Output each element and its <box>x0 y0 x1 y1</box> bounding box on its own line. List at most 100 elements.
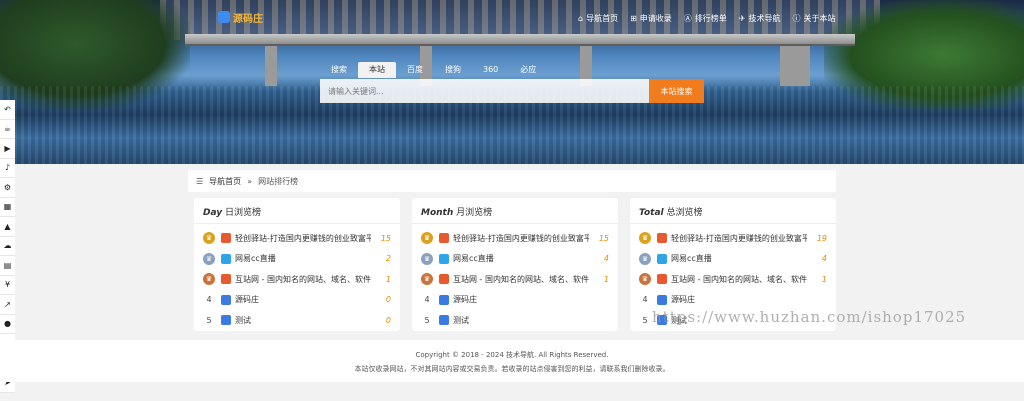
compass-icon: ✈ <box>738 14 746 23</box>
ranking-row[interactable]: 4 源码庄 <box>639 293 827 307</box>
footer-notice: 本站仅收录网站，不对其网站内容或交易负责。若收录的站点侵害到您的利益，请联系我们… <box>354 365 670 373</box>
view-count: 4 <box>821 254 827 263</box>
site-favicon-icon <box>657 274 667 284</box>
topnav-item[interactable]: ⌂ 导航首页 <box>578 13 618 24</box>
ranking-title-text: 月浏览榜 <box>456 208 493 218</box>
chart-line-icon[interactable]: ↗ <box>0 295 15 315</box>
topnav-item[interactable]: Ⓐ 排行榜单 <box>684 13 727 24</box>
site-name: 网易cc直播 <box>235 254 276 263</box>
view-count: 15 <box>598 233 609 243</box>
medal-icon: ♛ <box>203 232 215 244</box>
footer-copyright: Copyright © 2018 - 2024 技术导航. All Rights… <box>415 351 609 359</box>
site-favicon-icon <box>657 233 667 243</box>
topnav-label: 导航首页 <box>586 14 619 23</box>
topnav-item[interactable]: ✈ 技术导航 <box>739 13 781 24</box>
watermark-text: https://www.huzhan.com/ishop17025 <box>652 308 967 326</box>
ranking-row[interactable]: ♛ 互站网 - 国内知名的网站、域名、软件、... 1 <box>639 272 827 286</box>
topnav-label: 申请收录 <box>639 14 672 23</box>
record-icon[interactable]: ● <box>0 314 15 334</box>
ranking-row[interactable]: 5 测试 0 <box>203 313 391 327</box>
ranking-row[interactable]: ♛ 网易cc直播 2 <box>203 252 391 266</box>
view-count: 19 <box>816 233 827 243</box>
medal-icon: ♛ <box>203 273 215 285</box>
site-favicon-icon <box>439 315 449 325</box>
rank-number: 5 <box>424 315 430 325</box>
video-icon[interactable]: ▶ <box>0 139 15 159</box>
view-count: 1 <box>821 274 827 284</box>
site-name: 轻创驿站-打造国内更赚钱的创业致富平... <box>453 233 589 243</box>
cubes-icon[interactable]: ⚙ <box>0 178 15 198</box>
music-icon[interactable]: ♪ <box>0 158 15 178</box>
yen-icon[interactable]: ¥ <box>0 275 15 295</box>
ranking-period: Month <box>421 208 454 218</box>
ranking-period: Day <box>203 208 223 218</box>
plus-square-icon: ⊞ <box>630 14 637 23</box>
site-favicon-icon <box>439 233 449 243</box>
search-bar: 本站搜索 <box>320 79 704 103</box>
site-name: 互站网 - 国内知名的网站、域名、软件、... <box>671 274 807 284</box>
search-tab[interactable]: 360 <box>472 62 509 78</box>
ranking-row[interactable]: ♛ 轻创驿站-打造国内更赚钱的创业致富平... 15 <box>421 231 609 245</box>
rank-number: 4 <box>424 295 430 304</box>
topnav-label: 关于本站 <box>803 14 836 23</box>
search-button[interactable]: 本站搜索 <box>649 79 704 103</box>
site-name: 互站网 - 国内知名的网站、域名、软件、... <box>453 274 589 284</box>
bridge <box>185 34 855 46</box>
medal-icon: ♛ <box>421 252 433 265</box>
ranking-row[interactable]: ♛ 轻创驿站-打造国内更赚钱的创业致富平... 19 <box>639 231 827 245</box>
view-count: 15 <box>380 233 391 243</box>
bridge-pillar <box>265 46 277 86</box>
ranking-card-title: Day 日浏览榜 <box>203 205 261 218</box>
ranking-row[interactable]: ♛ 互站网 - 国内知名的网站、域名、软件、... 1 <box>421 272 609 286</box>
ranking-row[interactable]: 4 源码庄 <box>421 293 609 307</box>
ranking-card-title: Total 总浏览榜 <box>639 205 703 218</box>
ranking-row[interactable]: ♛ 网易cc直播 4 <box>639 252 827 266</box>
undo-icon[interactable]: ↶ <box>0 100 15 120</box>
search-tab[interactable]: 本站 <box>358 62 396 78</box>
ranking-row[interactable]: ♛ 网易cc直播 4 <box>421 252 609 266</box>
ranking-row[interactable]: ♛ 轻创驿站-打造国内更赚钱的创业致富平... 15 <box>203 231 391 245</box>
view-count: 1 <box>385 274 391 284</box>
footer: Copyright © 2018 - 2024 技术导航. All Rights… <box>0 340 1024 382</box>
site-name: 轻创驿站-打造国内更赚钱的创业致富平... <box>671 233 807 243</box>
ranking-row[interactable]: 4 源码庄 0 <box>203 293 391 307</box>
ranking-row[interactable]: 5 测试 <box>421 313 609 327</box>
site-name: 轻创驿站-打造国内更赚钱的创业致富平... <box>235 233 371 243</box>
topnav-label: 排行榜单 <box>694 14 727 23</box>
ranking-period: Total <box>639 208 664 218</box>
view-count: 0 <box>385 315 391 325</box>
view-count: 0 <box>385 295 391 304</box>
topnav-label: 技术导航 <box>748 14 781 23</box>
ranking-card-title: Month 月浏览榜 <box>421 205 492 218</box>
medal-icon: ♛ <box>639 252 651 265</box>
top-nav: ⌂ 导航首页 ⊞ 申请收录 Ⓐ 排行榜单 ✈ 技术导航 ⓘ 关于本站 <box>578 13 835 24</box>
logo-text: 源码庄 <box>233 13 263 25</box>
site-favicon-icon <box>439 274 449 284</box>
site-favicon-icon <box>657 253 667 264</box>
search-input[interactable] <box>320 79 649 103</box>
file-icon[interactable]: ▤ <box>0 256 15 276</box>
ranking-row[interactable]: ♛ 互站网 - 国内知名的网站、域名、软件、... 1 <box>203 272 391 286</box>
site-favicon-icon <box>221 233 231 243</box>
home-icon: ⌂ <box>578 14 584 23</box>
site-name: 测试 <box>453 315 469 325</box>
coffee-icon[interactable]: ☕ <box>0 119 15 139</box>
site-favicon-icon <box>439 294 449 305</box>
breadcrumb-separator: » <box>247 176 253 186</box>
medal-icon: ♛ <box>639 273 651 285</box>
divider <box>630 223 836 224</box>
graduation-cap-icon[interactable]: ▲ <box>0 217 15 237</box>
topnav-item[interactable]: ⓘ 关于本站 <box>792 13 835 24</box>
logo-mark-icon <box>218 11 230 23</box>
divider <box>194 223 400 224</box>
breadcrumb-home-link[interactable]: 导航首页 <box>209 176 241 187</box>
topnav-item[interactable]: ⊞ 申请收录 <box>630 13 672 24</box>
search-tab[interactable]: 搜狗 <box>434 62 472 78</box>
site-logo[interactable]: 源码庄 <box>218 9 270 25</box>
view-count: 1 <box>603 274 609 284</box>
search-tab[interactable]: 必应 <box>509 62 547 78</box>
apps-icon[interactable]: ▦ <box>0 197 15 217</box>
cloud-icon[interactable]: ☁ <box>0 236 15 256</box>
search-tab[interactable]: 百度 <box>396 62 434 78</box>
search-tab[interactable]: 搜索 <box>320 62 358 78</box>
